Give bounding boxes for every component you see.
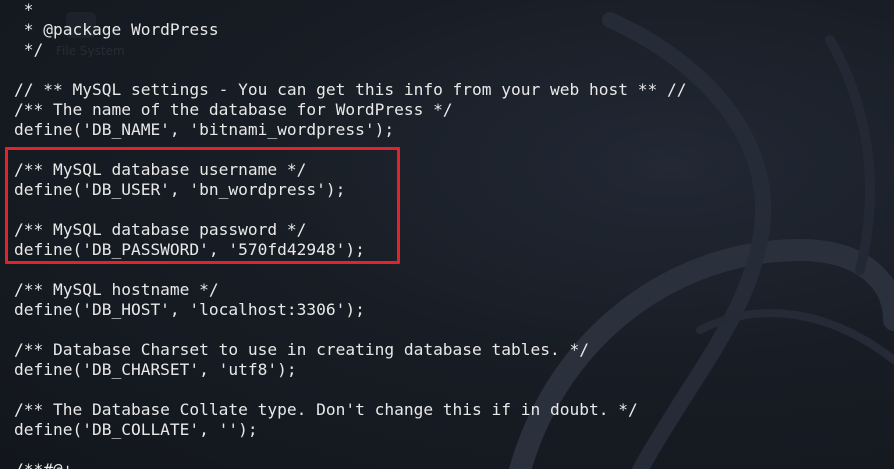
terminal-line: * — [14, 0, 34, 19]
terminal-window[interactable]: File System * * @package WordPress */// … — [0, 0, 894, 469]
terminal-line: */ — [14, 40, 44, 59]
terminal-line: define('DB_PASSWORD', '570fd42948'); — [14, 240, 365, 259]
terminal-output: * * @package WordPress */ // ** MySQL set… — [0, 0, 894, 469]
terminal-line: define('DB_COLLATE', ''); — [14, 420, 258, 439]
terminal-line: /**#@+ — [14, 460, 72, 469]
terminal-line: /** MySQL database password */ — [14, 220, 307, 239]
terminal-line: define('DB_CHARSET', 'utf8'); — [14, 360, 297, 379]
terminal-line: /** Database Charset to use in creating … — [14, 340, 589, 359]
terminal-line: /** The name of the database for WordPre… — [14, 100, 453, 119]
terminal-line: define('DB_NAME', 'bitnami_wordpress'); — [14, 120, 395, 139]
terminal-line: // ** MySQL settings - You can get this … — [14, 80, 687, 99]
terminal-line: * @package WordPress — [14, 20, 219, 39]
terminal-line: /** The Database Collate type. Don't cha… — [14, 400, 638, 419]
terminal-line: define('DB_USER', 'bn_wordpress'); — [14, 180, 346, 199]
terminal-line: /** MySQL hostname */ — [14, 280, 219, 299]
terminal-line: define('DB_HOST', 'localhost:3306'); — [14, 300, 365, 319]
terminal-line: /** MySQL database username */ — [14, 160, 307, 179]
